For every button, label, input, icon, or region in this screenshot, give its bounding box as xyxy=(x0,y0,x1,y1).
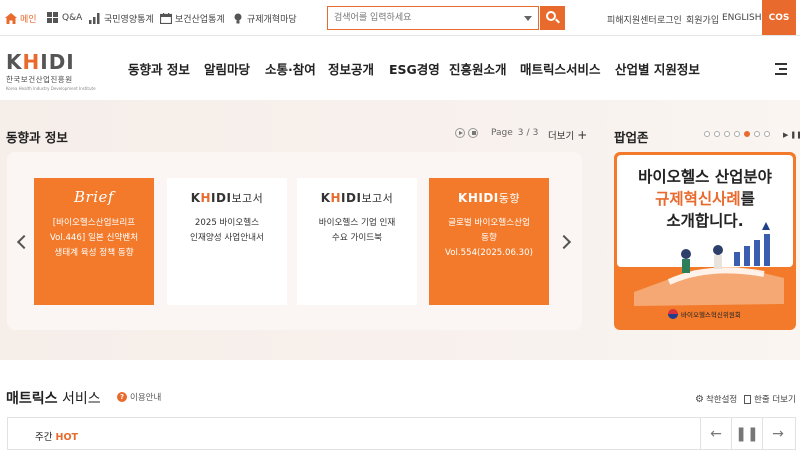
util-qna-label: Q&A xyxy=(62,12,83,23)
grid-icon xyxy=(47,12,59,23)
matrix-ticker: 주간 HOT ← ❚❚ → xyxy=(7,417,796,450)
nav-esg[interactable]: ESG경영 xyxy=(389,59,440,78)
matrix-weekly-hot-tab[interactable]: 주간 HOT xyxy=(35,429,78,443)
card-text: 2025 바이오헬스 인재양성 사업안내서 xyxy=(190,218,264,243)
login-link[interactable]: 로그인 xyxy=(657,13,682,26)
card-brand: KHIDI동향 xyxy=(458,191,520,205)
popup-dot[interactable] xyxy=(764,131,770,137)
arrow-left-icon[interactable]: ← xyxy=(700,418,731,449)
popup-dot[interactable] xyxy=(724,131,730,137)
trends-more-link[interactable]: 더보기 + xyxy=(548,128,587,142)
matrix-info-label: 이용안내 xyxy=(130,393,162,403)
matrix-view-all-label: 한줄 더보기 xyxy=(754,395,796,405)
page-total: 3 xyxy=(532,128,539,138)
lightbulb-icon xyxy=(232,13,244,24)
cos-button[interactable]: COS xyxy=(762,0,796,35)
trend-card-report-2[interactable]: KHIDI보고서 바이오헬스 기업 인재 수요 가이드북 xyxy=(297,178,417,305)
logo-english-name: Korea Health Industry Development Instit… xyxy=(6,86,96,91)
pause-icon[interactable] xyxy=(468,128,478,138)
card-brand: KHIDI보고서 xyxy=(190,191,264,205)
nav-notices[interactable]: 알림마당 xyxy=(204,59,250,78)
matrix-info-link[interactable]: ? 이용안내 xyxy=(117,391,161,403)
nav-communication[interactable]: 소통·참여 xyxy=(265,59,316,78)
popup-dot[interactable] xyxy=(714,131,720,137)
page-label: Page xyxy=(491,128,513,138)
play-icon[interactable]: ▶ xyxy=(783,131,788,139)
search-button[interactable] xyxy=(540,6,565,30)
arrow-right-icon[interactable]: → xyxy=(762,418,793,449)
document-icon xyxy=(744,394,751,404)
top-utility-bar: 메인 Q&A 국민영양통계 보건산업통계 규제개혁마당 피해지원센터 로그인 회… xyxy=(0,0,800,36)
menu-icon[interactable] xyxy=(775,63,787,78)
popup-seal: 바이오헬스혁신위원회 xyxy=(668,309,741,319)
matrix-settings-label: 착한설정 xyxy=(705,395,738,405)
popup-pagination xyxy=(704,131,774,137)
popup-dot[interactable] xyxy=(704,131,710,137)
card-text: [바이오헬스산업브리프 Vol.446] 일본 신약벤처 생태계 육성 정책 동… xyxy=(49,218,139,258)
card-text: 바이오헬스 기업 인재 수요 가이드북 xyxy=(318,218,396,243)
page-current: 3 xyxy=(517,128,524,138)
nav-about[interactable]: 진흥원소개 xyxy=(449,59,507,78)
card-brand: Brief xyxy=(74,188,114,206)
nav-disclosure[interactable]: 정보공개 xyxy=(328,59,374,78)
site-logo[interactable]: KHIDI 한국보건산업진흥원 Korea Health Industry De… xyxy=(6,52,96,91)
government-seal-icon xyxy=(668,309,678,319)
nav-industry-support[interactable]: 산업별 지원정보 xyxy=(615,59,700,78)
popup-dot[interactable] xyxy=(754,131,760,137)
trend-card-brief[interactable]: Brief [바이오헬스산업브리프 Vol.446] 일본 신약벤처 생태계 육… xyxy=(34,178,154,305)
nav-matrix-service[interactable]: 매트릭스서비스 xyxy=(520,59,601,78)
logo-mark: KHIDI xyxy=(6,50,75,74)
logo-korean-name: 한국보건산업진흥원 xyxy=(6,75,73,84)
util-health-industry-stats-link[interactable]: 보건산업통계 xyxy=(159,12,225,25)
calendar-icon xyxy=(159,13,173,25)
trend-card-report-1[interactable]: KHIDI보고서 2025 바이오헬스 인재양성 사업안내서 xyxy=(167,178,287,305)
card-text: 글로벌 바이오헬스산업 동향 Vol.554(2025.06.30) xyxy=(445,218,533,258)
nav-trends[interactable]: 동향과 정보 xyxy=(128,59,190,78)
util-regulatory-reform-link[interactable]: 규제개혁마당 xyxy=(232,12,297,25)
util-home-label: 메인 xyxy=(20,15,37,25)
damage-support-center-link[interactable]: 피해지원센터 xyxy=(607,13,657,26)
popup-illustration xyxy=(634,222,784,306)
util-nutrition-stats-link[interactable]: 국민영양통계 xyxy=(89,12,154,25)
matrix-title: 매트릭스 서비스 xyxy=(6,391,101,407)
util-regulatory-reform-label: 규제개혁마당 xyxy=(247,15,297,25)
util-nutrition-stats-label: 국민영양통계 xyxy=(104,15,154,25)
chevron-down-icon[interactable] xyxy=(524,16,532,21)
trends-title: 동향과 정보 xyxy=(6,130,68,145)
search-input[interactable] xyxy=(328,7,518,29)
card-brand: KHIDI보고서 xyxy=(320,191,394,205)
question-icon: ? xyxy=(117,392,127,402)
popup-zone-title: 팝업존 xyxy=(614,130,649,145)
matrix-settings-link[interactable]: ⚙ 착한설정 xyxy=(695,393,738,406)
plus-icon: + xyxy=(577,128,588,142)
pause-icon[interactable]: ❚❚ xyxy=(731,418,762,449)
util-home-link[interactable]: 메인 xyxy=(5,12,37,25)
page-separator: / xyxy=(526,128,530,138)
more-label: 더보기 xyxy=(548,131,575,142)
pause-icon[interactable]: ❚❚ xyxy=(790,131,800,139)
search-box[interactable] xyxy=(327,6,539,30)
matrix-view-all-link[interactable]: 한줄 더보기 xyxy=(744,393,796,405)
gear-icon: ⚙ xyxy=(695,393,704,405)
popup-dot[interactable] xyxy=(744,131,750,137)
util-qna-link[interactable]: Q&A xyxy=(47,12,82,23)
util-health-industry-stats-label: 보건산업통계 xyxy=(175,15,225,25)
trend-card-trends[interactable]: KHIDI동향 글로벌 바이오헬스산업 동향 Vol.554(2025.06.3… xyxy=(429,178,549,305)
trends-pager: Page 3 / 3 xyxy=(455,128,538,138)
popup-controls: ▶ ❚❚ xyxy=(783,131,800,139)
home-icon xyxy=(5,13,17,24)
english-link[interactable]: ENGLISH xyxy=(722,13,762,23)
popup-dot[interactable] xyxy=(734,131,740,137)
popup-banner[interactable]: 바이오헬스 산업분야 규제혁신사례를 소개합니다. 바이오헬스혁신위원회 xyxy=(614,152,796,330)
bar-chart-icon xyxy=(89,13,101,24)
play-icon[interactable] xyxy=(455,128,465,138)
signup-link[interactable]: 회원가입 xyxy=(686,13,719,26)
